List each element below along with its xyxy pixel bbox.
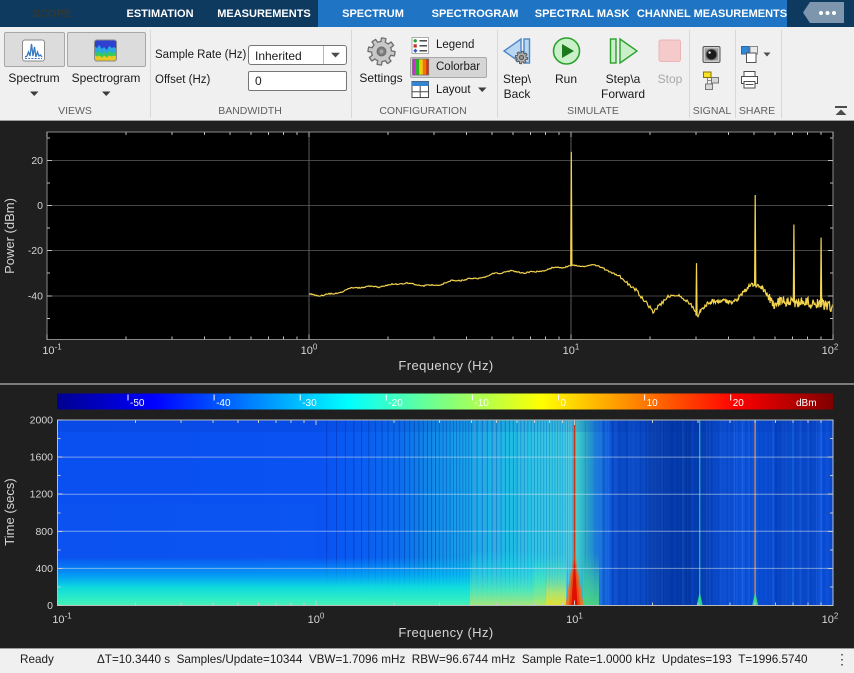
- svg-text:-50: -50: [130, 398, 145, 409]
- svg-text:-10: -10: [474, 398, 489, 409]
- svg-text:800: 800: [35, 526, 53, 538]
- svg-text:-20: -20: [388, 398, 403, 409]
- svg-text:Frequency (Hz): Frequency (Hz): [398, 358, 493, 373]
- svg-text:-20: -20: [28, 245, 43, 257]
- svg-text:1600: 1600: [30, 452, 54, 464]
- svg-text:0: 0: [561, 398, 567, 409]
- svg-text:-40: -40: [216, 398, 231, 409]
- svg-text:Time (secs): Time (secs): [2, 478, 17, 545]
- svg-text:10: 10: [647, 398, 659, 409]
- svg-text:400: 400: [35, 563, 53, 575]
- svg-text:20: 20: [733, 398, 745, 409]
- svg-text:-40: -40: [28, 290, 43, 302]
- svg-text:Power (dBm): Power (dBm): [2, 198, 17, 274]
- svg-text:dBm: dBm: [796, 398, 817, 409]
- svg-text:2000: 2000: [30, 415, 54, 427]
- svg-text:Frequency (Hz): Frequency (Hz): [398, 625, 493, 640]
- svg-text:-30: -30: [302, 398, 317, 409]
- svg-text:1200: 1200: [30, 489, 54, 501]
- svg-text:20: 20: [31, 155, 43, 167]
- svg-text:0: 0: [37, 200, 43, 212]
- svg-text:0: 0: [47, 600, 53, 612]
